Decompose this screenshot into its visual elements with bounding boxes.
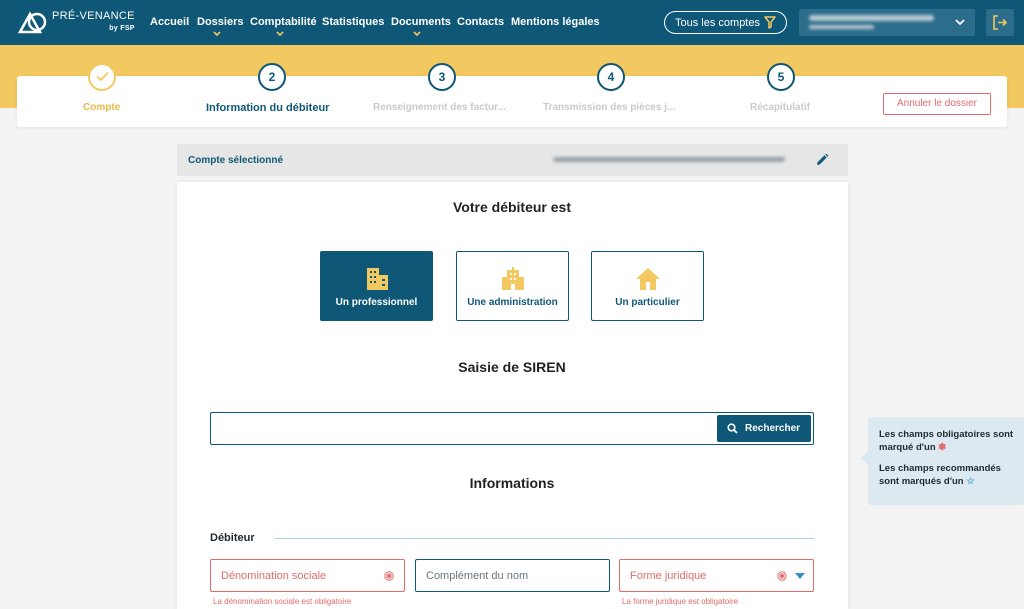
selected-account-bar: Compte sélectionné [177,144,848,176]
company-name-error: La dénomination sociale est obligatoire [213,597,352,606]
pencil-icon[interactable] [815,153,829,167]
brand-title: PRÉ-VENANCE [52,10,135,22]
caret-down-icon[interactable] [795,573,805,579]
company-name-placeholder: Dénomination sociale [221,570,327,582]
required-asterisk-icon: ✽ [938,442,947,453]
legal-form-placeholder: Forme juridique [630,570,707,582]
debtor-type-label: Un professionnel [335,297,418,308]
debtor-type-title: Votre débiteur est [453,199,571,215]
search-button-label: Rechercher [745,423,801,434]
chevron-down-icon[interactable] [413,30,421,38]
logout-button[interactable] [986,9,1014,36]
nav-item-statistiques[interactable]: Statistiques [322,16,384,28]
company-name-field[interactable]: Dénomination sociale [210,559,405,592]
chevron-down-icon[interactable] [955,18,965,26]
debtor-section-label: Débiteur [210,532,255,544]
legal-form-select[interactable]: Forme juridique [619,559,814,592]
nav-item-dossiers[interactable]: Dossiers [197,16,243,28]
step-4-label: Transmission des pièces j... [543,102,676,113]
search-icon [727,423,738,434]
search-button[interactable]: Rechercher [717,415,811,442]
administration-icon [502,267,524,290]
recommended-hint-text: Les champs recommandés sont marqués d'un [879,463,1001,487]
building-icon [367,268,388,290]
nav-item-comptabilite[interactable]: Comptabilité [250,16,317,28]
logout-icon [993,15,1008,30]
brand-subtitle: by FSP [109,25,135,32]
stepper-card [17,76,1007,127]
selected-account-label: Compte sélectionné [188,155,284,166]
accounts-filter-button[interactable]: Tous les comptes [664,11,787,34]
step-5-circle: 5 [767,63,795,91]
nav-item-documents[interactable]: Documents [391,16,451,28]
debtor-type-individual[interactable]: Un particulier [591,251,704,321]
step-3-circle: 3 [428,63,456,91]
user-name-redacted [809,15,934,21]
name-complement-field[interactable]: Complément du nom [415,559,610,592]
step-3-label: Renseignement des factur... [373,102,506,113]
user-company-redacted [809,25,874,29]
filter-icon [764,16,776,29]
top-navbar: PRÉ-VENANCE by FSP Accueil Dossiers Comp… [0,0,1024,45]
required-asterisk-icon [777,571,787,581]
step-5-label: Récapitulatif [750,102,811,113]
nav-item-contacts[interactable]: Contacts [457,16,504,28]
nav-item-accueil[interactable]: Accueil [150,16,189,28]
cancel-file-button[interactable]: Annuler le dossier [883,93,991,115]
step-2-circle: 2 [258,63,286,91]
step-2-label: Information du débiteur [206,102,330,114]
accounts-filter-label: Tous les comptes [675,17,760,29]
section-divider [275,538,814,539]
user-account-menu[interactable] [799,9,975,36]
step-1-circle [88,63,116,91]
name-complement-placeholder: Complément du nom [426,570,529,582]
check-icon [95,71,109,82]
recommended-star-icon: ☆ [966,476,975,487]
debtor-type-professional[interactable]: Un professionnel [320,251,433,321]
debtor-form-card [177,182,848,609]
house-icon [636,268,660,290]
nav-item-mentions-legales[interactable]: Mentions légales [511,16,600,28]
chevron-down-icon[interactable] [213,30,221,38]
siren-title: Saisie de SIREN [458,359,566,375]
debtor-type-administration[interactable]: Une administration [456,251,569,321]
step-1-label[interactable]: Compte [83,102,120,113]
selected-account-value-redacted [553,157,785,162]
chevron-down-icon[interactable] [276,30,284,38]
debtor-type-label: Un particulier [615,297,680,308]
step-4-circle: 4 [597,63,625,91]
pre-venance-logo[interactable] [18,10,48,34]
field-legend-hint: Les champs obligatoires sont marqué d'un… [860,417,1024,505]
brand-name: PRÉ-VENANCE by FSP [52,11,135,34]
required-asterisk-icon [384,571,394,581]
debtor-type-label: Une administration [467,297,558,308]
legal-form-error: La forme juridique est obligatoire [622,597,739,606]
